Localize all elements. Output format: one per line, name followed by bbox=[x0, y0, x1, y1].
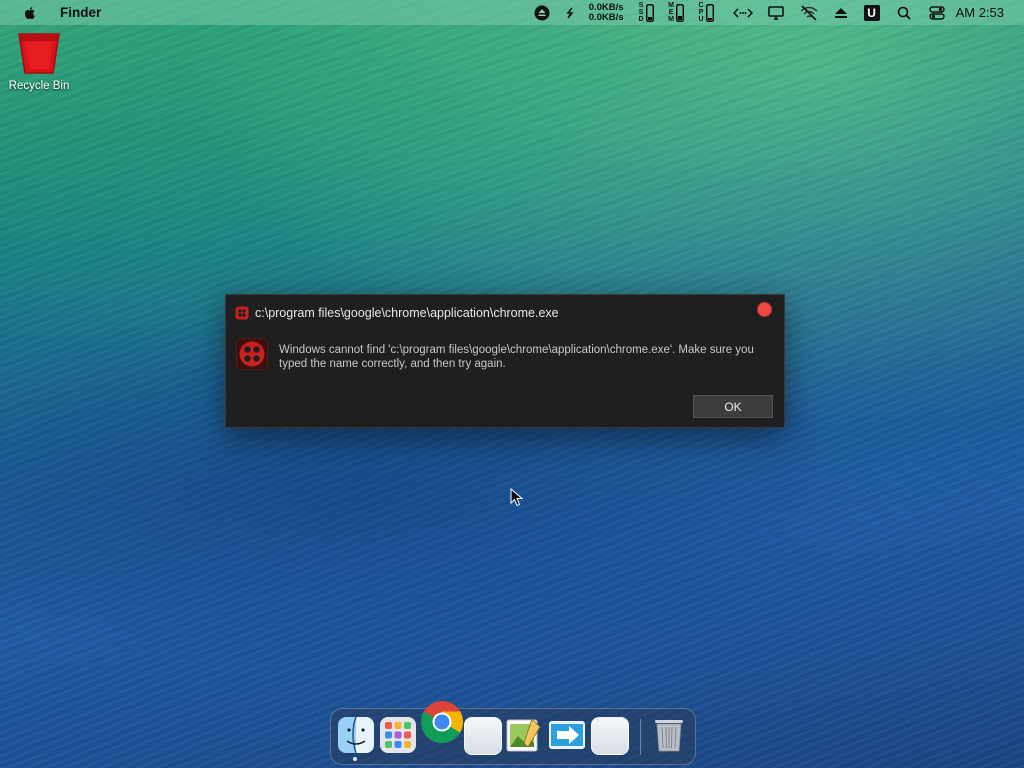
blank-app-icon[interactable] bbox=[591, 717, 629, 755]
mem-meter[interactable]: MEM bbox=[668, 0, 684, 25]
trash-icon[interactable] bbox=[651, 717, 687, 753]
active-app-name[interactable]: Finder bbox=[60, 5, 101, 20]
dock bbox=[330, 701, 696, 765]
dialog-message: Windows cannot find 'c:\program files\go… bbox=[279, 344, 754, 370]
dialog-title-bar[interactable]: c:\program files\google\chrome\applicati… bbox=[235, 304, 559, 322]
error-icon bbox=[236, 338, 268, 370]
recycle-bin-icon bbox=[18, 33, 60, 74]
eject-circle-icon[interactable] bbox=[533, 0, 551, 25]
mouse-cursor-icon bbox=[510, 488, 524, 507]
spotlight-search-icon[interactable] bbox=[896, 0, 912, 25]
dialog-close-button[interactable] bbox=[757, 302, 772, 317]
finder-icon[interactable] bbox=[338, 717, 374, 753]
cpu-label: CPU bbox=[697, 2, 705, 23]
ssd-gauge-icon bbox=[645, 3, 654, 22]
blank-app-icon[interactable] bbox=[464, 717, 502, 755]
mem-label: MEM bbox=[667, 2, 675, 23]
image-editor-icon[interactable] bbox=[506, 717, 542, 753]
display-icon[interactable] bbox=[766, 0, 786, 25]
ssd-label: SSD bbox=[637, 2, 645, 23]
network-speed[interactable]: 0.0KB/s 0.0KB/s bbox=[588, 1, 624, 23]
dialog-title: c:\program files\google\chrome\applicati… bbox=[255, 306, 559, 320]
menu-clock[interactable]: AM 2:53 bbox=[956, 5, 1004, 20]
migration-icon[interactable] bbox=[549, 717, 585, 753]
wifi-off-icon[interactable] bbox=[798, 0, 820, 25]
menu-bar: Finder 0.0KB/s 0.0KB/s SSD MEM CPU U AM … bbox=[0, 0, 1024, 25]
launchpad-icon[interactable] bbox=[380, 717, 416, 753]
user-badge[interactable]: U bbox=[863, 0, 880, 25]
chrome-icon[interactable] bbox=[420, 700, 464, 744]
error-dialog: c:\program files\google\chrome\applicati… bbox=[225, 294, 785, 428]
code-arrows-icon[interactable] bbox=[732, 0, 754, 25]
finder-running-indicator bbox=[353, 757, 357, 761]
eject-icon[interactable] bbox=[832, 0, 850, 25]
cpu-gauge-icon bbox=[705, 3, 714, 22]
cpu-meter[interactable]: CPU bbox=[698, 0, 714, 25]
dialog-error-small-icon bbox=[235, 306, 249, 320]
desktop-icon-recycle-bin[interactable]: Recycle Bin bbox=[4, 30, 74, 92]
net-download-rate: 0.0KB/s bbox=[588, 11, 624, 23]
net-upload-rate: 0.0KB/s bbox=[588, 1, 624, 13]
desktop-icon-label: Recycle Bin bbox=[8, 80, 70, 92]
apple-menu-icon[interactable] bbox=[22, 5, 38, 21]
ok-button[interactable]: OK bbox=[693, 395, 773, 418]
control-center-icon[interactable] bbox=[928, 0, 946, 25]
user-badge-letter: U bbox=[863, 4, 880, 21]
sync-icon[interactable] bbox=[563, 0, 577, 25]
ssd-meter[interactable]: SSD bbox=[638, 0, 654, 25]
dock-separator bbox=[640, 719, 641, 755]
mem-gauge-icon bbox=[675, 3, 684, 22]
